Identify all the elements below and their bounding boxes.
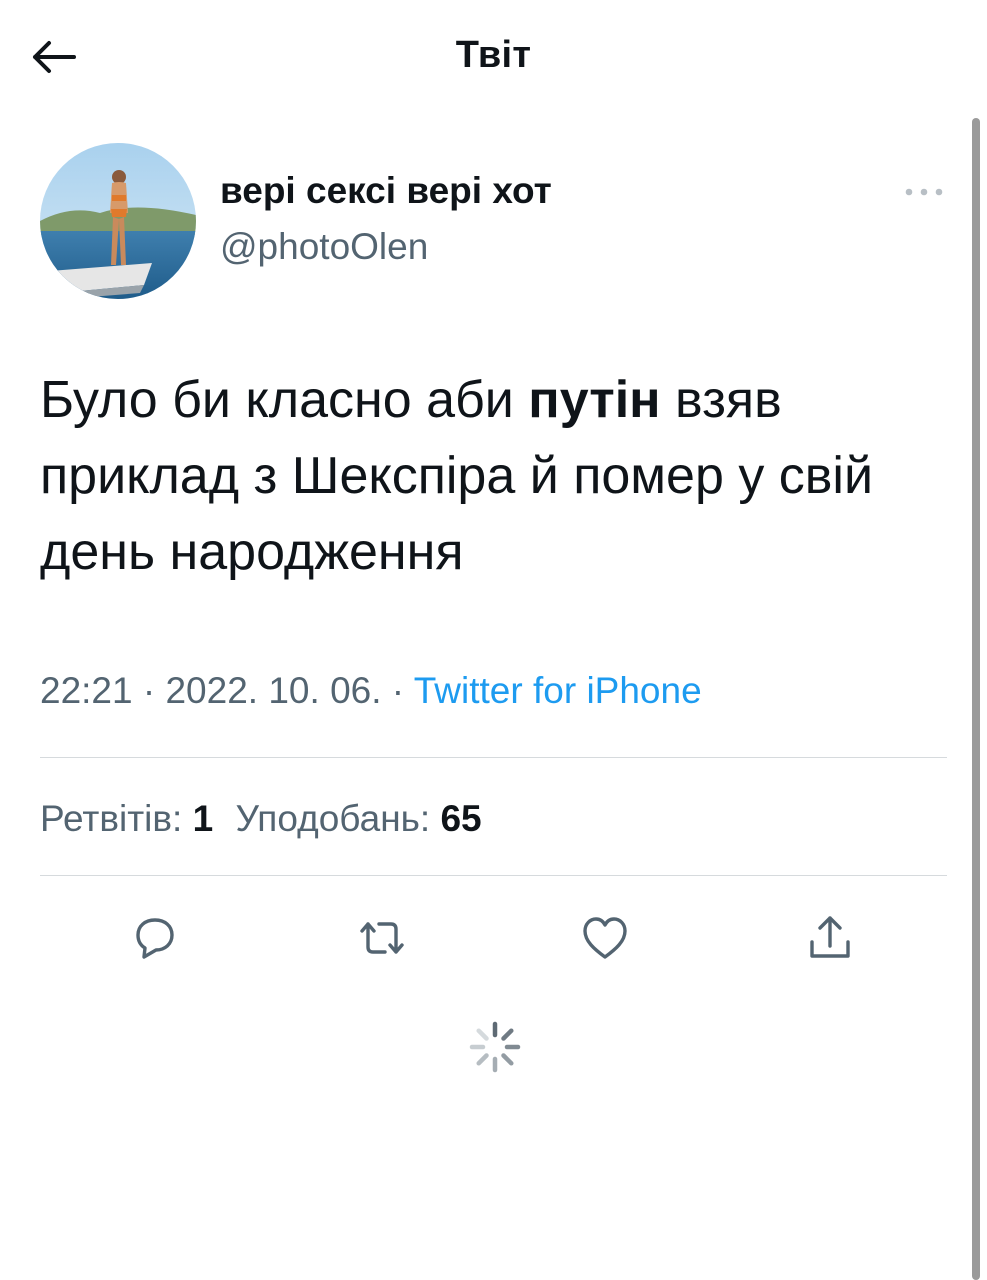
scrollbar[interactable] (972, 118, 980, 1280)
tweet-source-link[interactable]: Twitter for iPhone (414, 670, 702, 711)
reply-button[interactable] (125, 908, 185, 968)
tweet-text-bold: путін (528, 371, 661, 429)
user-handle[interactable]: @photoOlen (220, 226, 428, 268)
more-options-button[interactable] (900, 180, 948, 204)
retweet-button[interactable] (352, 908, 412, 968)
tweet-stats: Ретвітів: 1 Уподобань: 65 (40, 798, 482, 840)
likes-count[interactable]: 65 (440, 798, 481, 839)
top-bar: Твіт (0, 0, 987, 110)
display-name[interactable]: вері сексі вері хот (220, 170, 552, 212)
share-button[interactable] (800, 908, 860, 968)
page-title: Твіт (455, 34, 532, 76)
tweet-date[interactable]: 2022. 10. 06. (165, 670, 381, 711)
tweet-text: Було би класно аби путін взяв приклад з … (40, 362, 950, 590)
reply-icon (136, 918, 174, 959)
share-icon (810, 916, 850, 958)
heart-icon (583, 917, 627, 959)
like-button[interactable] (575, 908, 635, 968)
avatar[interactable] (40, 143, 196, 299)
likes-label[interactable]: Уподобань: (235, 798, 430, 839)
tweet-time[interactable]: 22:21 (40, 670, 133, 711)
meta-separator: · (142, 670, 156, 711)
retweets-label[interactable]: Ретвітів: (40, 798, 182, 839)
divider (40, 757, 947, 758)
retweets-count[interactable]: 1 (193, 798, 214, 839)
divider (40, 875, 947, 876)
more-horizontal-icon (905, 188, 943, 196)
avatar-photo (40, 143, 196, 299)
loading-spinner-icon (468, 1020, 522, 1074)
retweet-icon (360, 922, 404, 954)
meta-separator: · (391, 670, 405, 711)
tweet-text-part: Було би класно аби (40, 371, 529, 429)
tweet-meta: 22:21 · 2022. 10. 06. · Twitter for iPho… (40, 670, 702, 712)
